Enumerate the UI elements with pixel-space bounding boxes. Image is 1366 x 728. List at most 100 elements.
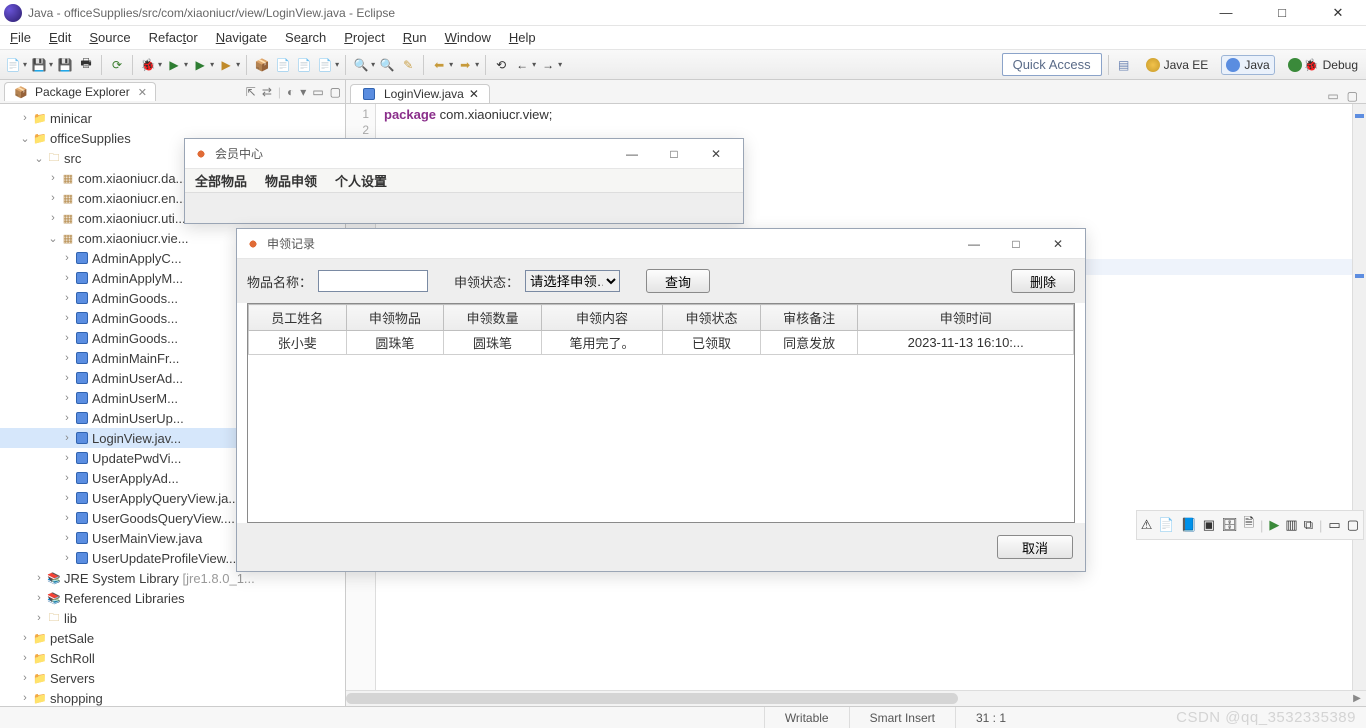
scrollbar-thumb[interactable]: [346, 693, 958, 704]
menu-window[interactable]: Window: [437, 27, 499, 48]
dialog1-maximize-button[interactable]: □: [655, 143, 693, 165]
close-icon[interactable]: ✕: [138, 86, 147, 99]
tree-item[interactable]: AdminMainFr...: [92, 351, 179, 366]
nav-back-icon[interactable]: ⬅: [430, 56, 448, 74]
col-time[interactable]: 申领时间: [858, 305, 1074, 331]
nav-fwd-icon[interactable]: ➡: [456, 56, 474, 74]
perspective-debug[interactable]: 🐞Debug: [1284, 56, 1362, 74]
minimize-view-icon[interactable]: ▭: [312, 85, 323, 99]
overview-ruler[interactable]: [1352, 104, 1366, 706]
menu-source[interactable]: Source: [81, 27, 138, 48]
table-row[interactable]: 张小斐 圆珠笔 圆珠笔 笔用完了。 已领取 同意发放 2023-11-13 16…: [249, 331, 1074, 355]
collapse-all-icon[interactable]: ⇱: [246, 85, 256, 99]
tree-item[interactable]: Servers: [50, 671, 95, 686]
quick-access-input[interactable]: Quick Access: [1002, 53, 1102, 76]
editor-h-scrollbar[interactable]: ▶: [346, 690, 1366, 706]
col-content[interactable]: 申领内容: [541, 305, 663, 331]
dialog2-close-button[interactable]: ✕: [1039, 233, 1077, 255]
build-icon[interactable]: ⟳: [108, 56, 126, 74]
open-perspective-icon[interactable]: ▤: [1115, 56, 1133, 74]
tree-item[interactable]: shopping: [50, 691, 103, 706]
menu-profile[interactable]: 个人设置: [335, 171, 387, 190]
dialog1-close-button[interactable]: ✕: [697, 143, 735, 165]
dialog1-minimize-button[interactable]: —: [613, 143, 651, 165]
tree-item[interactable]: AdminGoods...: [92, 311, 178, 326]
tree-item[interactable]: petSale: [50, 631, 94, 646]
tree-item[interactable]: AdminGoods...: [92, 291, 178, 306]
problems-view-icon[interactable]: ⚠: [1141, 517, 1153, 533]
menu-help[interactable]: Help: [501, 27, 544, 48]
back-history-icon[interactable]: ←: [513, 56, 531, 74]
coverage-icon[interactable]: ▶: [217, 56, 235, 74]
new-enum-icon[interactable]: 📄: [316, 56, 334, 74]
maximize-view-icon[interactable]: ▢: [330, 85, 341, 99]
tree-item[interactable]: com.xiaoniucr.uti...: [78, 211, 186, 226]
col-remark[interactable]: 审核备注: [760, 305, 858, 331]
console-view-icon[interactable]: ▣: [1203, 517, 1215, 533]
tree-item[interactable]: UpdatePwdVi...: [92, 451, 181, 466]
scrollbar-arrow-right[interactable]: ▶: [1350, 691, 1364, 706]
fwd-history-icon[interactable]: →: [539, 56, 557, 74]
new-class-icon[interactable]: 📄: [274, 56, 292, 74]
tree-item[interactable]: AdminUserUp...: [92, 411, 184, 426]
perspective-java[interactable]: Java: [1221, 55, 1274, 75]
col-status[interactable]: 申领状态: [663, 305, 761, 331]
col-goods[interactable]: 申领物品: [346, 305, 444, 331]
menu-run[interactable]: Run: [395, 27, 435, 48]
save-icon[interactable]: 💾: [30, 56, 48, 74]
menu-edit[interactable]: Edit: [41, 27, 79, 48]
tree-item[interactable]: minicar: [50, 111, 92, 126]
apply-record-table[interactable]: 员工姓名 申领物品 申领数量 申领内容 申领状态 审核备注 申领时间 张小斐 圆…: [247, 303, 1075, 523]
tree-item[interactable]: AdminUserM...: [92, 391, 178, 406]
restore-bar-icon[interactable]: ▢: [1347, 517, 1359, 533]
menu-refactor[interactable]: Refactor: [141, 27, 206, 48]
window-minimize-button[interactable]: —: [1212, 5, 1240, 21]
menu-navigate[interactable]: Navigate: [208, 27, 275, 48]
last-edit-icon[interactable]: ⟲: [492, 56, 510, 74]
minimize-bar-icon[interactable]: ▭: [1328, 517, 1340, 533]
tree-item[interactable]: AdminApplyC...: [92, 251, 182, 266]
servers-view-icon[interactable]: ▶: [1269, 517, 1279, 533]
code-content[interactable]: package com.xiaoniucr.view;: [378, 104, 1366, 140]
focus-task-icon[interactable]: ◐: [287, 85, 294, 99]
tree-item[interactable]: lib: [64, 611, 77, 626]
menu-all-goods[interactable]: 全部物品: [195, 171, 247, 190]
menu-apply-goods[interactable]: 物品申领: [265, 171, 317, 190]
query-button[interactable]: 查询: [646, 269, 710, 293]
new-interface-icon[interactable]: 📄: [295, 56, 313, 74]
progress-view-icon[interactable]: ⧉: [1304, 517, 1313, 533]
new-package-icon[interactable]: 📦: [253, 56, 271, 74]
view-menu-icon[interactable]: ▾: [300, 85, 306, 99]
col-employee[interactable]: 员工姓名: [249, 305, 347, 331]
tree-item[interactable]: UserGoodsQueryView....: [92, 511, 235, 526]
tree-item[interactable]: JRE System Library: [64, 571, 179, 586]
close-icon[interactable]: ✕: [469, 87, 479, 101]
package-explorer-tab[interactable]: 📦 Package Explorer ✕: [4, 82, 156, 101]
dialog2-minimize-button[interactable]: —: [955, 233, 993, 255]
tree-item[interactable]: UserApplyQueryView.ja...: [92, 491, 239, 506]
new-icon[interactable]: 📄: [4, 56, 22, 74]
cancel-button[interactable]: 取消: [997, 535, 1073, 559]
debug-icon[interactable]: 🐞: [139, 56, 157, 74]
print-icon[interactable]: 🖶: [77, 56, 95, 74]
minimize-editor-icon[interactable]: ▭: [1327, 89, 1338, 103]
menu-file[interactable]: FFileile: [2, 27, 39, 48]
col-qty[interactable]: 申领数量: [444, 305, 542, 331]
tree-item[interactable]: AdminApplyM...: [92, 271, 183, 286]
tree-item[interactable]: officeSupplies: [50, 131, 131, 146]
search-icon[interactable]: 🔍: [378, 56, 396, 74]
open-type-icon[interactable]: 🔍: [352, 56, 370, 74]
tree-item[interactable]: SchRoll: [50, 651, 95, 666]
run-ext-icon[interactable]: ▶: [191, 56, 209, 74]
editor-tab-loginview[interactable]: LoginView.java ✕: [350, 84, 490, 103]
data-source-icon[interactable]: 🗄: [1221, 517, 1238, 533]
apply-status-select[interactable]: 请选择申领…: [525, 270, 620, 292]
annotate-icon[interactable]: ✎: [399, 56, 417, 74]
goods-name-input[interactable]: [318, 270, 428, 292]
tree-item[interactable]: com.xiaoniucr.vie...: [78, 231, 189, 246]
tree-item[interactable]: UserUpdateProfileView...: [92, 551, 236, 566]
dialog2-maximize-button[interactable]: □: [997, 233, 1035, 255]
run-icon[interactable]: ▶: [165, 56, 183, 74]
declaration-view-icon[interactable]: 📘: [1181, 517, 1197, 533]
javadoc-view-icon[interactable]: 📄: [1158, 517, 1174, 533]
